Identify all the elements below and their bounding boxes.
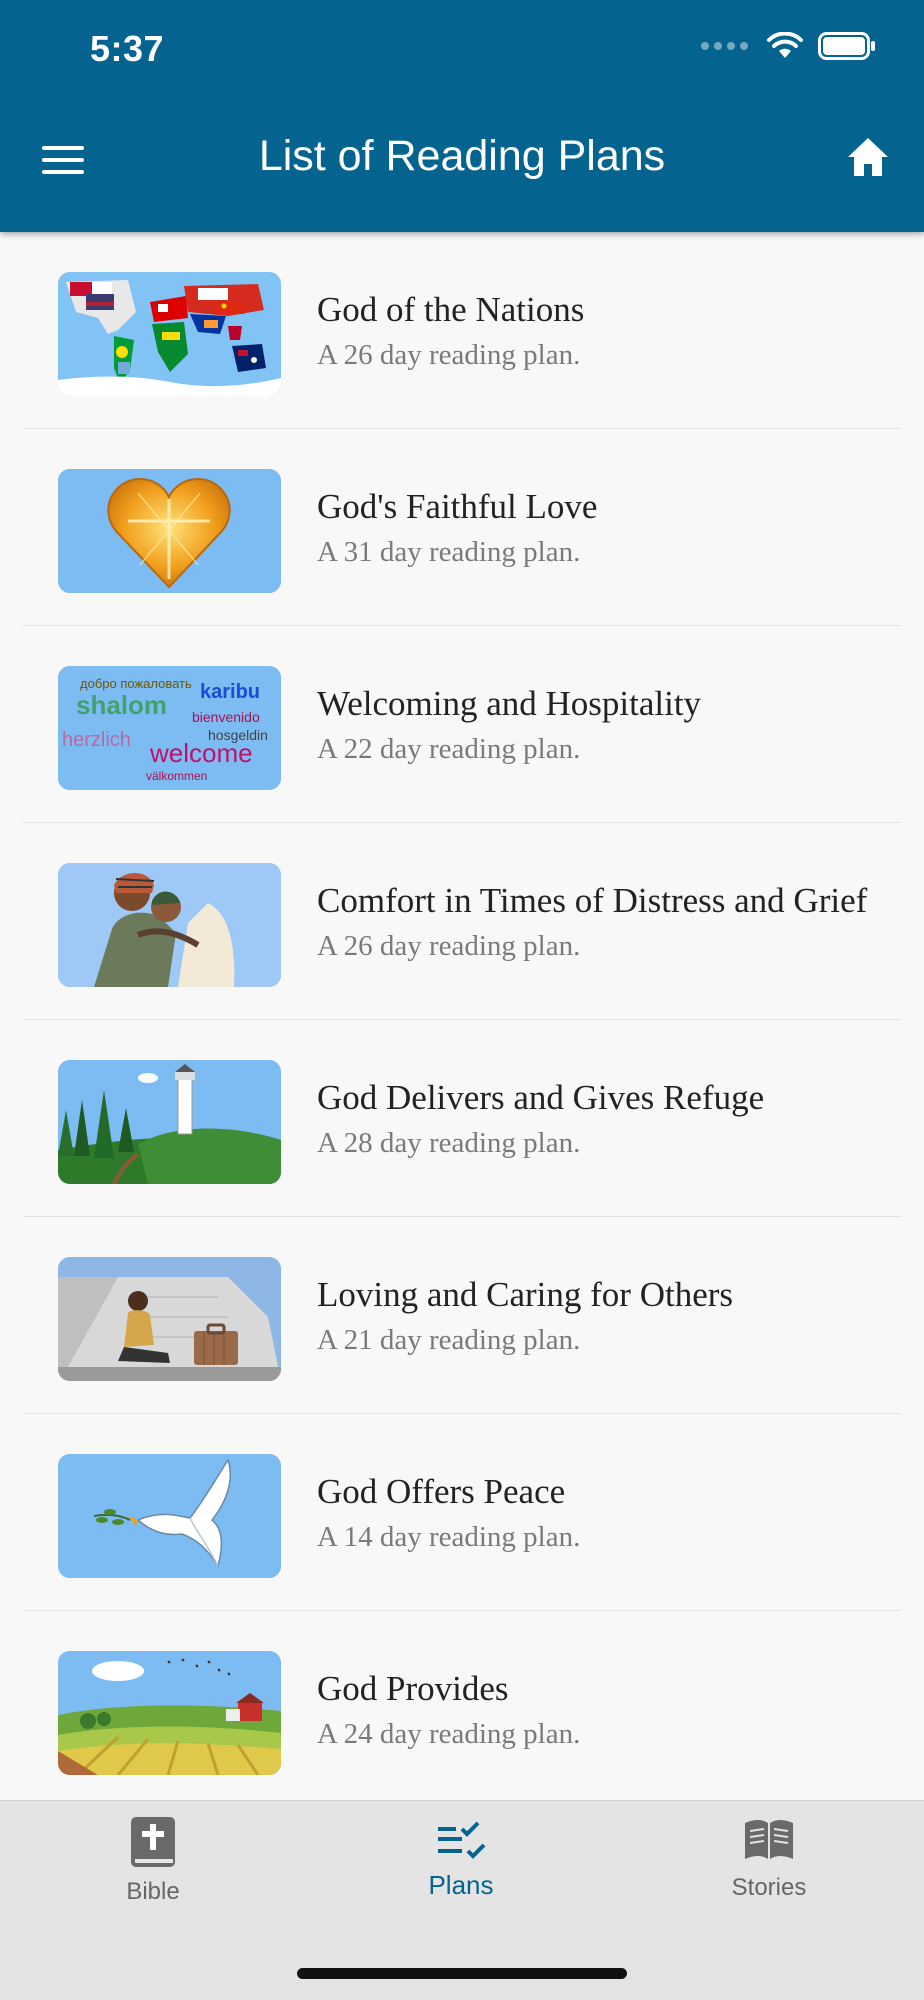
tab-plans[interactable]: Plans — [361, 1815, 561, 1901]
plan-title: God Offers Peace — [317, 1471, 566, 1511]
plan-thumbnail — [58, 469, 281, 593]
tab-label: Plans — [428, 1870, 494, 1900]
plan-item[interactable]: God Delivers and Gives Refuge A 28 day r… — [23, 1020, 901, 1217]
plan-thumbnail — [58, 1060, 281, 1184]
battery-icon — [818, 32, 875, 60]
plan-item[interactable]: God of the Nations A 26 day reading plan… — [23, 232, 901, 429]
svg-text:добро пожаловать: добро пожаловать — [80, 676, 192, 691]
plan-title: Loving and Caring for Others — [317, 1274, 734, 1314]
plan-item[interactable]: Loving and Caring for Others A 21 day re… — [23, 1217, 901, 1414]
page-title: List of Reading Plans — [258, 132, 666, 180]
svg-text:välkommen: välkommen — [146, 769, 207, 783]
bible-icon — [131, 1817, 175, 1867]
svg-text:karibu: karibu — [200, 681, 260, 703]
plan-thumbnail — [58, 272, 281, 396]
plan-title: Welcoming and Hospitality — [317, 683, 702, 723]
tab-bible[interactable]: Bible — [53, 1815, 253, 1906]
open-book-icon — [745, 1820, 793, 1859]
plan-duration: A 31 day reading plan. — [317, 535, 581, 568]
svg-text:bienvenido: bienvenido — [192, 709, 260, 725]
plan-title: God's Faithful Love — [317, 486, 598, 526]
plans-checklist-icon — [438, 1821, 486, 1859]
plan-item[interactable]: God Provides A 24 day reading plan. — [23, 1611, 901, 1800]
plan-thumbnail: добро пожаловать karibu shalom bienvenid… — [58, 666, 281, 790]
plan-title: God of the Nations — [317, 289, 585, 329]
home-button[interactable] — [846, 136, 890, 183]
plan-duration: A 14 day reading plan. — [317, 1520, 581, 1553]
plan-title: Comfort in Times of Distress and Grief — [317, 880, 868, 920]
plan-thumbnail — [58, 1651, 281, 1775]
plan-duration: A 26 day reading plan. — [317, 338, 581, 371]
app-header: 5:37 List of Reading Plans — [0, 0, 924, 232]
plan-duration: A 21 day reading plan. — [317, 1323, 581, 1356]
home-icon — [848, 138, 888, 176]
svg-text:herzlich: herzlich — [62, 729, 131, 751]
plan-item[interactable]: добро пожаловать karibu shalom bienvenid… — [23, 626, 901, 823]
status-time: 5:37 — [90, 28, 165, 69]
tab-stories[interactable]: Stories — [669, 1815, 869, 1902]
plan-item[interactable]: Comfort in Times of Distress and Grief A… — [23, 823, 901, 1020]
plan-thumbnail — [58, 863, 281, 987]
wifi-icon — [767, 32, 803, 58]
plan-duration: A 22 day reading plan. — [317, 732, 581, 765]
plan-title: God Delivers and Gives Refuge — [317, 1077, 765, 1117]
home-indicator[interactable] — [297, 1968, 627, 1979]
plan-duration: A 28 day reading plan. — [317, 1126, 581, 1159]
plan-item[interactable]: God Offers Peace A 14 day reading plan. — [23, 1414, 901, 1611]
status-icons — [701, 32, 876, 60]
svg-text:welcome: welcome — [149, 738, 253, 768]
plan-duration: A 26 day reading plan. — [317, 929, 581, 962]
plan-thumbnail — [58, 1257, 281, 1381]
svg-text:shalom: shalom — [76, 690, 167, 720]
plan-thumbnail — [58, 1454, 281, 1578]
cellular-signal-icon — [701, 42, 748, 50]
plan-duration: A 24 day reading plan. — [317, 1717, 581, 1750]
tab-label: Bible — [126, 1878, 180, 1905]
tab-label: Stories — [731, 1874, 807, 1901]
plan-item[interactable]: God's Faithful Love A 31 day reading pla… — [23, 429, 901, 626]
reading-plan-list[interactable]: God of the Nations A 26 day reading plan… — [0, 232, 924, 1800]
plan-title: God Provides — [317, 1668, 509, 1708]
